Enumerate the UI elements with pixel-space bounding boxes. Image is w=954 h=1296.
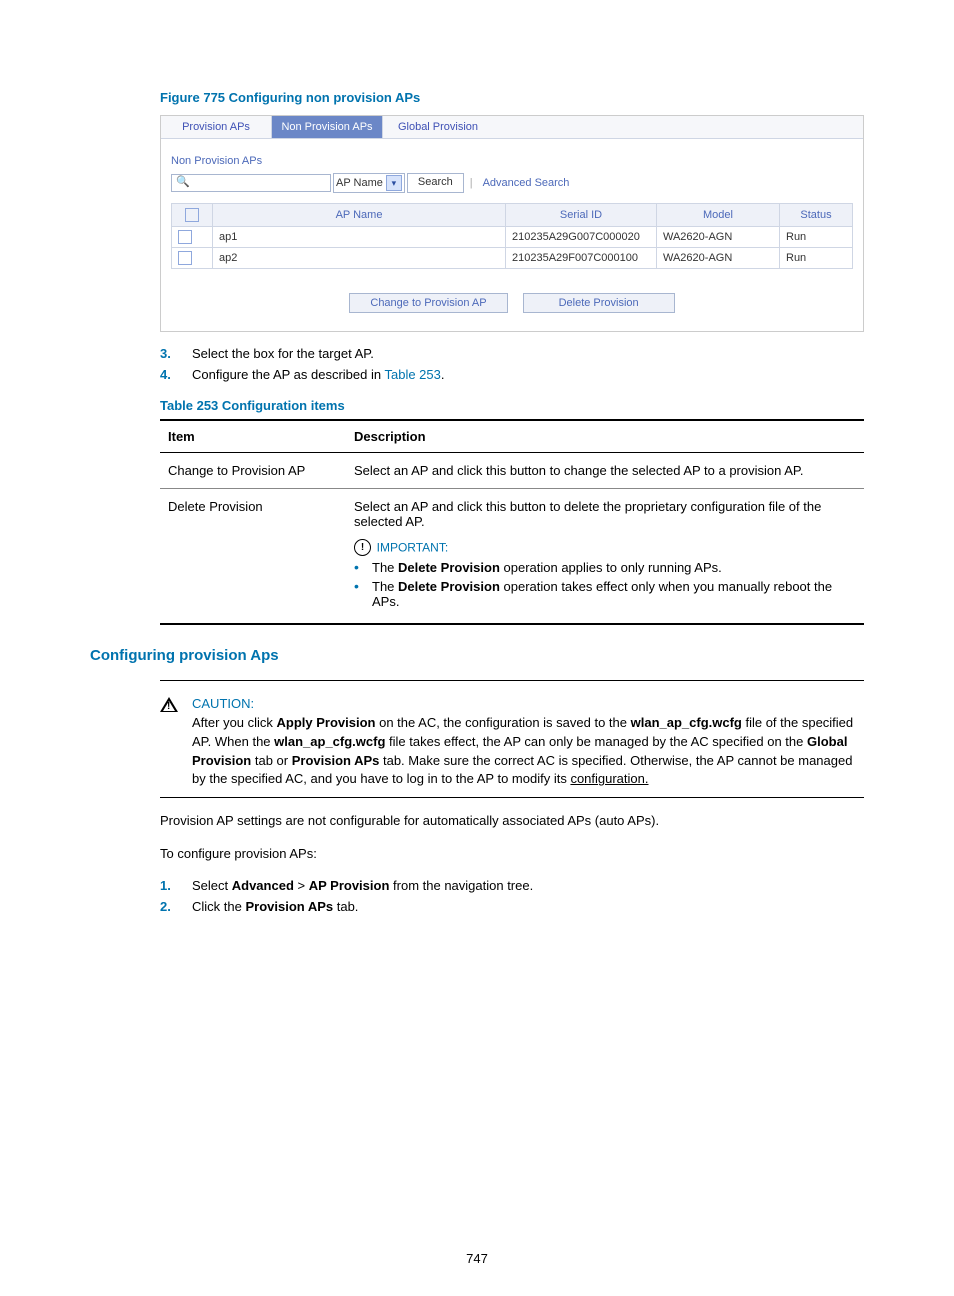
caution-icon: ! — [160, 697, 178, 712]
bullet-post: operation applies to only running APs. — [500, 560, 722, 575]
cell-status: Run — [780, 227, 853, 248]
divider — [160, 797, 864, 798]
action-row: Change to Provision AP Delete Provision — [171, 293, 853, 313]
step-number: 2. — [160, 899, 192, 914]
figure-subtitle: Non Provision APs — [171, 155, 853, 167]
search-button[interactable]: Search — [407, 173, 464, 193]
bullet-pre: The — [372, 560, 398, 575]
tab-non-provision-aps[interactable]: Non Provision APs — [272, 116, 383, 138]
step-pre: Select — [192, 878, 232, 893]
tab-global-provision[interactable]: Global Provision — [383, 116, 493, 138]
step-number: 1. — [160, 878, 192, 893]
row-checkbox[interactable] — [178, 230, 192, 244]
filter-select[interactable]: AP Name ▾ — [333, 173, 405, 193]
table-row: Delete Provision Select an AP and click … — [160, 489, 864, 625]
divider — [160, 680, 864, 681]
important-icon: ! — [354, 539, 371, 556]
config-table: Item Description Change to Provision AP … — [160, 419, 864, 625]
separator: | — [470, 177, 473, 189]
paragraph: To configure provision APs: — [160, 845, 864, 864]
caution-text: After you click Apply Provision on the A… — [192, 714, 864, 789]
step-bold: Advanced — [232, 878, 294, 893]
step-post: from the navigation tree. — [389, 878, 533, 893]
cell-serial: 210235A29G007C000020 — [506, 227, 657, 248]
ap-table: AP Name Serial ID Model Status ap1 21023… — [171, 203, 853, 269]
step-mid: > — [294, 878, 309, 893]
cell-ap-name: ap2 — [213, 248, 506, 269]
col-item: Item — [160, 420, 346, 453]
cfg-item: Change to Provision AP — [160, 453, 346, 489]
change-to-provision-button[interactable]: Change to Provision AP — [349, 293, 507, 313]
bullet-pre: The — [372, 579, 398, 594]
step-number: 4. — [160, 367, 192, 382]
col-model[interactable]: Model — [657, 204, 780, 227]
cell-model: WA2620-AGN — [657, 227, 780, 248]
table-ref-link[interactable]: Table 253 — [384, 367, 440, 382]
delete-provision-button[interactable]: Delete Provision — [523, 293, 675, 313]
cfg-item: Delete Provision — [160, 489, 346, 625]
table-row: Change to Provision AP Select an AP and … — [160, 453, 864, 489]
search-row: 🔍 AP Name ▾ Search | Advanced Search — [171, 173, 853, 193]
col-status[interactable]: Status — [780, 204, 853, 227]
advanced-search-link[interactable]: Advanced Search — [483, 177, 570, 189]
step-bold: AP Provision — [309, 878, 390, 893]
bullet-bold: Delete Provision — [398, 560, 500, 575]
paragraph: Provision AP settings are not configurab… — [160, 812, 864, 831]
section-heading: Configuring provision Aps — [90, 647, 864, 664]
table-row: ap2 210235A29F007C000100 WA2620-AGN Run — [172, 248, 853, 269]
cfg-desc: Select an AP and click this button to de… — [354, 499, 856, 529]
step-post: tab. — [333, 899, 358, 914]
cfg-desc: Select an AP and click this button to ch… — [346, 453, 864, 489]
step-list-a: 3. Select the box for the target AP. 4. … — [160, 346, 864, 382]
row-checkbox[interactable] — [178, 251, 192, 265]
col-description: Description — [346, 420, 864, 453]
caution-label: CAUTION: — [192, 695, 864, 714]
important-label: IMPORTANT: — [377, 541, 449, 555]
search-icon: 🔍 — [176, 176, 190, 188]
col-serial-id[interactable]: Serial ID — [506, 204, 657, 227]
cell-model: WA2620-AGN — [657, 248, 780, 269]
cell-status: Run — [780, 248, 853, 269]
tab-bar: Provision APs Non Provision APs Global P… — [161, 116, 863, 139]
search-input[interactable]: 🔍 — [171, 174, 331, 192]
select-all-checkbox[interactable] — [185, 208, 199, 222]
step-text-prefix: Configure the AP as described in — [192, 367, 384, 382]
step-text-suffix: . — [441, 367, 445, 382]
tab-provision-aps[interactable]: Provision APs — [161, 116, 272, 138]
step-pre: Click the — [192, 899, 245, 914]
filter-select-value: AP Name — [336, 177, 383, 189]
table-row: ap1 210235A29G007C000020 WA2620-AGN Run — [172, 227, 853, 248]
cell-ap-name: ap1 — [213, 227, 506, 248]
bullet-bold: Delete Provision — [398, 579, 500, 594]
table-title: Table 253 Configuration items — [160, 398, 864, 413]
chevron-down-icon: ▾ — [386, 175, 402, 191]
step-text: Select the box for the target AP. — [192, 346, 864, 361]
bullet-icon: • — [354, 579, 372, 609]
cell-serial: 210235A29F007C000100 — [506, 248, 657, 269]
page-number: 747 — [0, 1251, 954, 1266]
important-list: • The Delete Provision operation applies… — [354, 560, 856, 609]
step-bold: Provision APs — [245, 899, 333, 914]
bullet-icon: • — [354, 560, 372, 575]
figure-panel: Provision APs Non Provision APs Global P… — [160, 115, 864, 332]
step-list-b: 1. Select Advanced > AP Provision from t… — [160, 878, 864, 914]
col-ap-name[interactable]: AP Name — [213, 204, 506, 227]
figure-title: Figure 775 Configuring non provision APs — [160, 90, 864, 105]
step-number: 3. — [160, 346, 192, 361]
